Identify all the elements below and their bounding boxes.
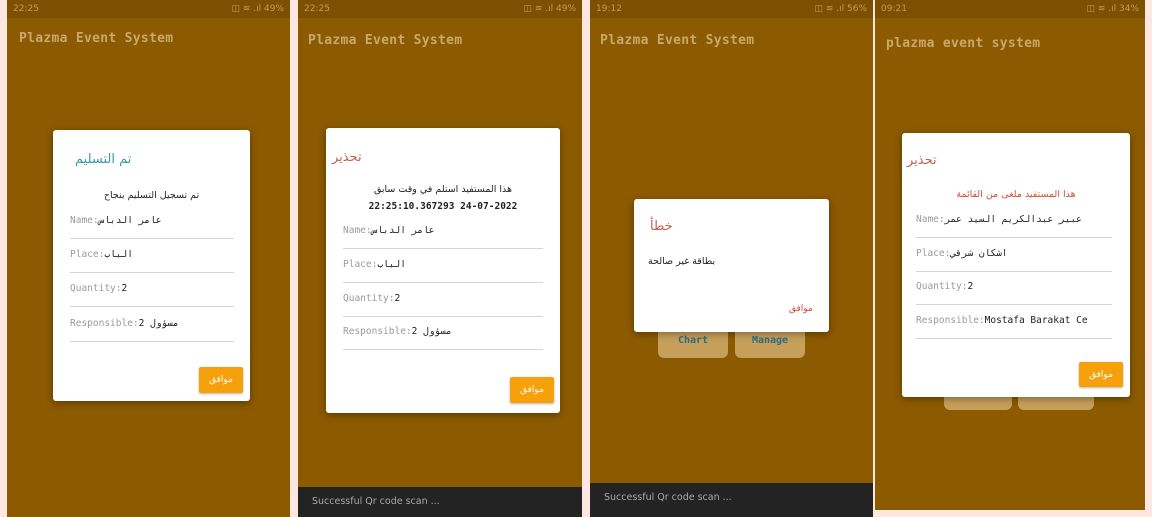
quantity-row: Quantity:2: [916, 271, 1112, 305]
error-dialog: خطأ بطاقة غير صالحة موافق: [634, 199, 829, 332]
phone-screen-2: 22:25 ◫ ≋ .ıl 49% Plazma Event System تح…: [298, 0, 582, 517]
status-bar: 19:12 ◫ ≋ .ıl 56%: [590, 0, 873, 18]
snackbar-text: Successful Qr code scan ...: [604, 492, 732, 503]
status-icons: ◫ ≋ .ıl 56%: [814, 4, 868, 14]
status-icons: ◫ ≋ .ıl 49%: [523, 4, 577, 14]
responsible-label: Responsible:: [916, 315, 985, 326]
status-time: 22:25: [304, 4, 330, 14]
quantity-label: Quantity:: [916, 281, 968, 292]
snackbar: Successful Qr code scan ...: [590, 483, 873, 517]
app-title: Plazma Event System: [19, 31, 174, 46]
dialog-title: تم التسليم: [75, 152, 132, 167]
status-bar: 22:25 ◫ ≋ .ıl 49%: [298, 0, 582, 18]
place-value: الباب: [377, 259, 406, 270]
status-time: 19:12: [596, 4, 622, 14]
dialog-title: تحذير: [332, 150, 362, 165]
quantity-value: 2: [967, 281, 974, 292]
responsible-row: Responsible:Mostafa Barakat Ce: [916, 305, 1112, 339]
dialog-message: بطاقة غير صالحة: [648, 256, 716, 267]
dialog-title: خطأ: [650, 219, 673, 234]
dialog-title: تحذير: [907, 153, 937, 168]
delivered-dialog: تم التسليم تم تسجيل التسليم بنجاح Name:ع…: [53, 130, 250, 401]
place-label: Place:: [70, 249, 105, 260]
app-title: Plazma Event System: [600, 33, 755, 48]
status-bar: 09:21 ◫ ≋ .ıl 34%: [875, 0, 1145, 18]
ok-button[interactable]: موافق: [510, 377, 554, 403]
place-label: Place:: [916, 248, 951, 259]
status-bar: 22:25 ◫ ≋ .ıl 49%: [7, 0, 290, 18]
dialog-message-line1: هذا المستفيد استلم في وقت سابق: [373, 184, 513, 195]
responsible-label: Responsible:: [343, 326, 412, 337]
quantity-label: Quantity:: [343, 293, 395, 304]
place-value: اشكان شرقي: [950, 248, 1008, 259]
name-row: Name:عامر الدباس: [343, 215, 543, 249]
responsible-value: مسؤول 2: [138, 318, 179, 329]
responsible-row: Responsible:مسؤول 2: [343, 316, 543, 350]
responsible-value: مسؤول 2: [411, 326, 452, 337]
place-row: Place:اشكان شرقي: [916, 238, 1112, 272]
status-icons: ◫ ≋ .ıl 34%: [1086, 4, 1140, 14]
name-row: Name:عبير عبدالكريم السيد عمر: [916, 204, 1112, 238]
quantity-value: 2: [121, 283, 128, 294]
dialog-message: هذا المستفيد ملغى من القائمة: [956, 189, 1076, 200]
name-value: عبير عبدالكريم السيد عمر: [944, 214, 1082, 225]
app-title: Plazma Event System: [308, 33, 463, 48]
phone-screen-1: 22:25 ◫ ≋ .ıl 49% Plazma Event System تم…: [7, 0, 290, 517]
status-icons: ◫ ≋ .ıl 49%: [231, 4, 285, 14]
snackbar-text: Successful Qr code scan ...: [312, 496, 440, 507]
name-row: Name:عامر الدباس: [70, 205, 234, 239]
quantity-row: Quantity:2: [70, 273, 234, 307]
warning-dialog: تحذير هذا المستفيد استلم في وقت سابق 22:…: [326, 128, 560, 413]
responsible-label: Responsible:: [70, 318, 139, 329]
phone-screen-4: 09:21 ◫ ≋ .ıl 34% plazma event system تح…: [875, 0, 1145, 510]
name-value: عامر الدباس: [98, 215, 162, 226]
responsible-row: Responsible:مسؤول 2: [70, 308, 234, 342]
dialog-message-timestamp: 22:25:10.367293 24-07-2022: [368, 201, 518, 212]
dialog-message: تم تسجيل التسليم بنجاح: [103, 190, 200, 201]
place-value: الباب: [104, 249, 133, 260]
place-row: Place:الباب: [70, 239, 234, 273]
name-label: Name:: [343, 225, 372, 236]
cancelled-dialog: تحذير هذا المستفيد ملغى من القائمة Name:…: [902, 133, 1130, 397]
status-time: 22:25: [13, 4, 39, 14]
quantity-row: Quantity:2: [343, 283, 543, 317]
responsible-value: Mostafa Barakat Ce: [984, 315, 1088, 326]
quantity-value: 2: [394, 293, 401, 304]
phone-screen-3: 19:12 ◫ ≋ .ıl 56% Plazma Event System Ch…: [590, 0, 873, 517]
name-label: Name:: [70, 215, 99, 226]
snackbar: Successful Qr code scan ...: [298, 487, 582, 517]
name-label: Name:: [916, 214, 945, 225]
place-row: Place:الباب: [343, 249, 543, 283]
app-title: plazma event system: [886, 36, 1041, 51]
name-value: عامر الدباس: [371, 225, 435, 236]
ok-button[interactable]: موافق: [199, 367, 243, 393]
place-label: Place:: [343, 259, 378, 270]
ok-button[interactable]: موافق: [1079, 362, 1123, 387]
quantity-label: Quantity:: [70, 283, 122, 294]
ok-button[interactable]: موافق: [789, 304, 813, 314]
status-time: 09:21: [881, 4, 907, 14]
